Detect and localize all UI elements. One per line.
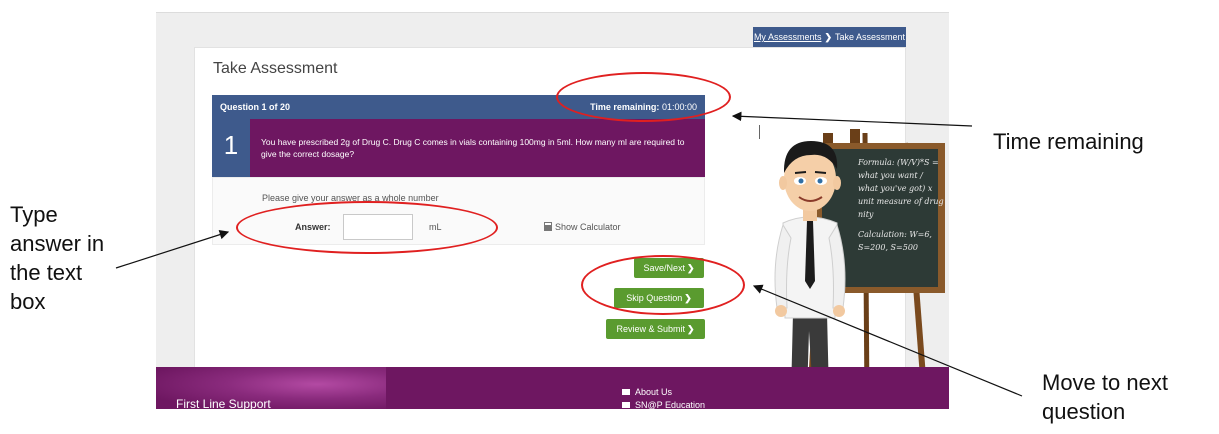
annotation-arrows bbox=[115, 111, 1023, 397]
arrow-time bbox=[731, 111, 973, 127]
arrow-next bbox=[752, 284, 1023, 397]
arrow-answer bbox=[115, 230, 230, 269]
